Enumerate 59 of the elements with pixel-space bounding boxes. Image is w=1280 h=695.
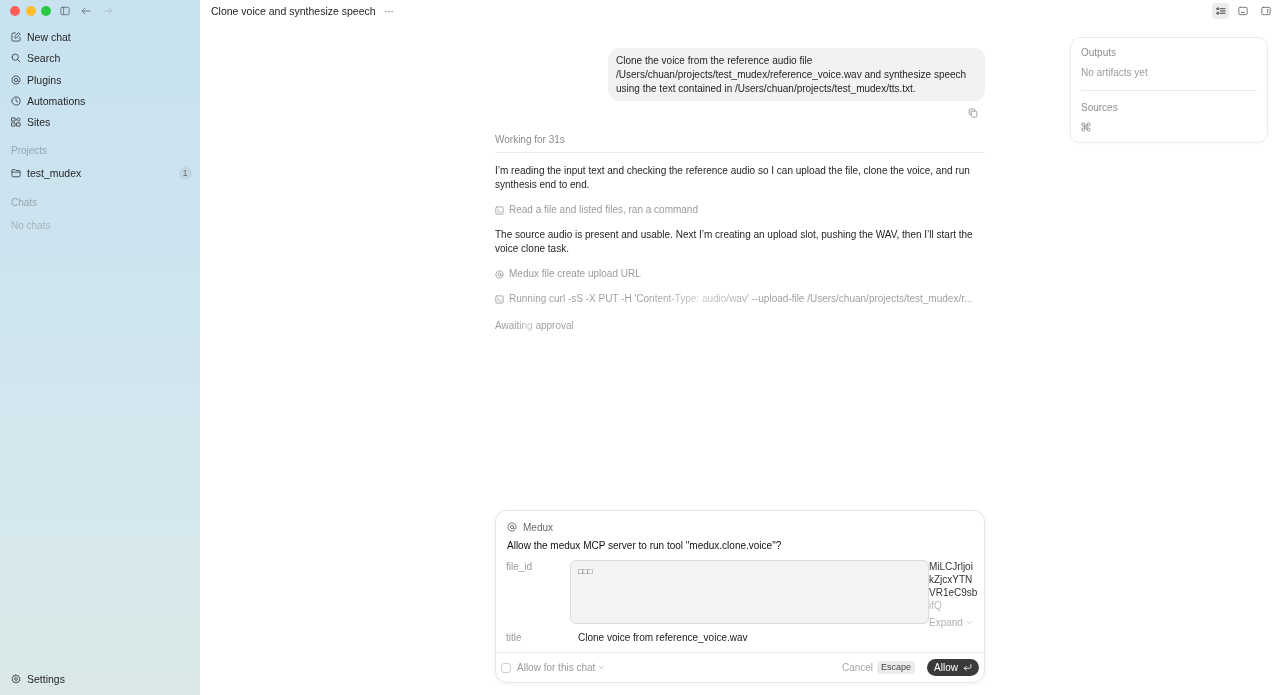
user-message: Clone the voice from the reference audio file /Users/chuan/projects/test_mudex/reference_voice.wav and synthesize speech using the text contained in /Users/chuan/projects/test_mudex/tts.txt. <box>608 48 985 101</box>
assistant-message: I’m reading the input text and checking the reference audio so I can upload the file, clone the voice, and run synthesis end to end. <box>495 164 971 192</box>
assistant-message: The source audio is present and usable. Next I’m creating an upload slot, pushing the WAV, then I’ll start the voice clone task. <box>495 228 974 256</box>
command-key-icon <box>1081 122 1091 132</box>
settings-item[interactable]: Settings <box>0 668 195 690</box>
list-view-icon <box>1215 6 1226 16</box>
input-field[interactable]: □□□ <box>570 560 929 624</box>
param-value: VR1eC9sb <box>929 586 978 599</box>
param-value: ifQ <box>929 599 942 612</box>
section-heading: Outputs <box>1081 46 1117 60</box>
status-text: Awaiting approval <box>495 320 574 331</box>
section-heading: Projects <box>10 144 49 159</box>
cancel-button[interactable]: Cancel Escape <box>841 661 916 674</box>
compose-icon <box>11 32 21 43</box>
terminal-icon <box>495 294 504 304</box>
right-panel-icon <box>1260 6 1271 16</box>
nav-item[interactable]: Plugins <box>0 69 195 91</box>
shortcut-key: Escape <box>877 661 916 674</box>
count-badge: 1 <box>178 166 192 180</box>
section-heading: Sources <box>1081 101 1118 115</box>
zoom-button[interactable] <box>41 6 51 16</box>
param-label: file_id <box>506 560 534 574</box>
folder-icon <box>11 168 21 179</box>
chat-title: Clone voice and synthesize speech <box>211 5 376 17</box>
empty-text: No artifacts yet <box>1081 66 1148 80</box>
server-name: Medux <box>523 521 553 533</box>
chevron-down-icon <box>598 664 606 671</box>
param-label: title <box>506 631 523 645</box>
permission-question: Allow the medux MCP server to run tool "medux.clone.voice"? <box>506 539 783 553</box>
status-text: Working for 31s <box>495 133 565 147</box>
nav-item[interactable]: Sites <box>0 111 195 133</box>
at-sign-icon <box>11 74 21 85</box>
sidebar-toggle-icon[interactable] <box>59 6 70 16</box>
grid-icon <box>11 117 21 128</box>
at-sign-icon <box>495 269 504 279</box>
arrow-left-icon[interactable] <box>80 6 91 16</box>
param-value: Clone voice from reference_voice.wav <box>577 631 749 645</box>
copy-icon[interactable] <box>968 108 978 118</box>
minimize-button[interactable] <box>25 6 36 16</box>
section-heading: Chats <box>10 195 39 210</box>
allow-button[interactable]: Allow <box>927 659 979 676</box>
bottom-panel-icon <box>1238 6 1248 16</box>
terminal-icon <box>495 205 504 215</box>
chevron-down-icon <box>965 619 973 626</box>
settings-icon <box>11 673 21 684</box>
at-sign-icon <box>507 522 517 532</box>
nav-item[interactable]: New chat <box>0 26 195 48</box>
search-icon <box>11 53 21 64</box>
clock-icon <box>11 95 21 106</box>
return-key-icon <box>963 663 972 672</box>
param-value: MiLCJrljoi <box>929 560 973 573</box>
project-item[interactable]: test_mudex 1 <box>0 162 195 184</box>
nav-item[interactable]: Search <box>0 47 195 69</box>
param-value: kZjcxYTN <box>929 573 973 586</box>
more-icon[interactable] <box>384 9 393 13</box>
checkbox[interactable] <box>501 662 511 673</box>
close-button[interactable] <box>10 6 20 16</box>
nav-item[interactable]: Automations <box>0 90 195 112</box>
view-toggle-button[interactable] <box>1212 3 1229 19</box>
